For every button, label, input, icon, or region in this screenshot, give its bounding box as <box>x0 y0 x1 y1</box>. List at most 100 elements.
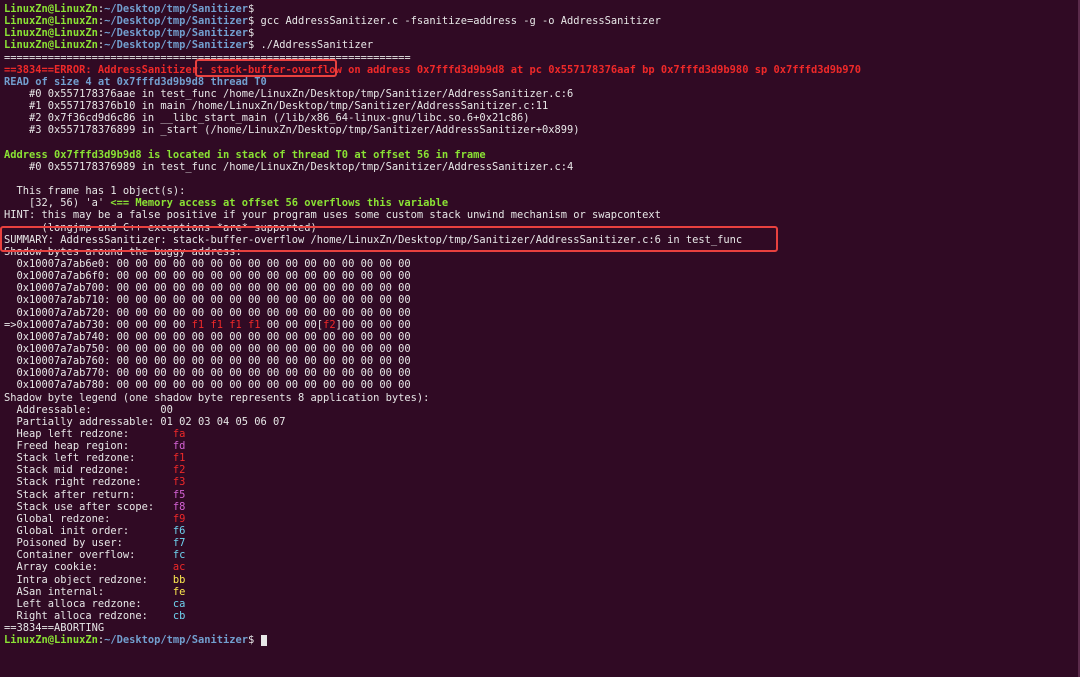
prompt-user: LinuxZn@LinuxZn <box>4 3 98 15</box>
legend-item: Stack mid redzone: f2 <box>4 464 1080 476</box>
shadow-row: 0x10007a7ab720: 00 00 00 00 00 00 00 00 … <box>4 306 411 319</box>
legend-item: Partially addressable: 01 02 03 04 05 06… <box>4 416 1080 428</box>
summary-line: SUMMARY: AddressSanitizer: stack-buffer-… <box>4 233 743 246</box>
prompt-line-final: LinuxZn@LinuxZn:~/Desktop/tmp/Sanitizer$ <box>4 634 1080 646</box>
legend-label: Intra object redzone: <box>4 573 173 586</box>
buggy-row-mid: 00 00 00[ <box>260 318 324 331</box>
prompt-user: LinuxZn@LinuxZn <box>4 39 98 52</box>
separator-line: ========================================… <box>4 51 411 64</box>
shadow-row: 0x10007a7ab760: 00 00 00 00 00 00 00 00 … <box>4 355 411 368</box>
legend-label: Stack use after scope: <box>4 500 173 513</box>
terminal-window[interactable]: LinuxZn@LinuxZn:~/Desktop/tmp/Sanitizer$… <box>0 0 1080 677</box>
legend-list: Addressable: 00 Partially addressable: 0… <box>4 404 1080 623</box>
legend-label: Array cookie: <box>4 561 173 574</box>
legend-label: Addressable: <box>4 403 161 416</box>
frame-line: #0 0x557178376989 in test_func /home/Lin… <box>4 160 574 173</box>
command-gcc: gcc AddressSanitizer.c -fsanitize=addres… <box>254 15 661 28</box>
shadow-row: 0x10007a7ab6e0: 00 00 00 00 00 00 00 00 … <box>4 257 411 270</box>
aborting-line: ==3834==ABORTING <box>4 622 105 635</box>
legend-item: Array cookie: ac <box>4 561 1080 573</box>
shadow-row-buggy: =>0x10007a7ab730: 00 00 00 00 f1 f1 f1 f… <box>4 319 1080 331</box>
error-prefix: ==3834==ERROR: AddressSanitizer: <box>4 63 211 76</box>
error-line: ==3834==ERROR: AddressSanitizer: stack-b… <box>4 64 1080 76</box>
stack-frame: #0 0x557178376aae in test_func /home/Lin… <box>4 87 574 100</box>
prompt-path: ~/Desktop/tmp/Sanitizer <box>104 39 248 52</box>
legend-label: ASan internal: <box>4 585 173 598</box>
prompt-line-run: LinuxZn@LinuxZn:~/Desktop/tmp/Sanitizer$… <box>4 39 1080 51</box>
legend-label: Right alloca redzone: <box>4 610 173 623</box>
legend-code: ac <box>172 561 186 574</box>
legend-code: 01 02 03 04 05 06 07 <box>160 415 286 428</box>
legend-item: Heap left redzone: fa <box>4 428 1080 440</box>
legend-item: Stack left redzone: f1 <box>4 452 1080 464</box>
shadow-row: 0x10007a7ab700: 00 00 00 00 00 00 00 00 … <box>4 282 411 295</box>
shadow-row: 0x10007a7ab750: 00 00 00 00 00 00 00 00 … <box>4 342 411 355</box>
legend-item: Global redzone: f9 <box>4 513 1080 525</box>
prompt-path: ~/Desktop/tmp/Sanitizer <box>104 27 248 40</box>
error-kind: stack-buffer-overflow <box>210 63 342 76</box>
legend-item: Stack use after scope: f8 <box>4 501 1080 513</box>
legend-code: f3 <box>172 476 186 489</box>
legend-code: f8 <box>172 500 186 513</box>
prompt-dollar: $ <box>248 27 255 40</box>
legend-label: Global init order: <box>4 525 173 538</box>
legend-code: cb <box>172 610 186 623</box>
legend-label: Stack left redzone: <box>4 452 173 465</box>
legend-label: Heap left redzone: <box>4 427 173 440</box>
prompt-path: ~/Desktop/tmp/Sanitizer <box>104 3 248 15</box>
shadow-row: 0x10007a7ab780: 00 00 00 00 00 00 00 00 … <box>4 379 411 392</box>
shadow-row: 0x10007a7ab770: 00 00 00 00 00 00 00 00 … <box>4 367 411 380</box>
legend-item: Left alloca redzone: ca <box>4 598 1080 610</box>
shadow-row: 0x10007a7ab6f0: 00 00 00 00 00 00 00 00 … <box>4 270 411 283</box>
prompt-user: LinuxZn@LinuxZn <box>4 27 98 40</box>
prompt-user: LinuxZn@LinuxZn <box>4 634 98 647</box>
stack-frame: #2 0x7f36cd9d6c86 in __libc_start_main (… <box>4 112 530 125</box>
legend-code: f2 <box>172 464 186 477</box>
legend-label: Poisoned by user: <box>4 537 173 550</box>
legend-item: Addressable: 00 <box>4 404 1080 416</box>
buggy-row-f1: f1 f1 f1 f1 <box>191 318 261 331</box>
prompt-dollar: $ <box>248 634 255 647</box>
stack-frame: #3 0x557178376899 in _start (/home/Linux… <box>4 124 580 137</box>
error-suffix: on address 0x7fffd3d9b9d8 at pc 0x557178… <box>341 63 862 76</box>
shadow-header: Shadow bytes around the buggy address: <box>4 245 242 258</box>
buggy-row-f2: f2 <box>323 318 336 331</box>
prompt-path: ~/Desktop/tmp/Sanitizer <box>104 15 248 28</box>
legend-item: Intra object redzone: bb <box>4 574 1080 586</box>
legend-label: Stack right redzone: <box>4 476 173 489</box>
legend-code: f6 <box>172 525 186 538</box>
legend-item: Global init order: f6 <box>4 525 1080 537</box>
object-note: <== Memory access at offset 56 overflows… <box>104 197 449 210</box>
command-run: ./AddressSanitizer <box>254 39 374 52</box>
hint-line-2: (longjmp and C++ exceptions *are* suppor… <box>4 221 317 234</box>
legend-label: Stack after return: <box>4 488 173 501</box>
address-line: Address 0x7fffd3d9b9d8 is located in sta… <box>4 148 486 161</box>
shadow-row: 0x10007a7ab740: 00 00 00 00 00 00 00 00 … <box>4 330 411 343</box>
legend-code: 00 <box>160 403 173 416</box>
legend-code: ca <box>172 597 186 610</box>
legend-item: Stack after return: f5 <box>4 489 1080 501</box>
prompt-line: LinuxZn@LinuxZn:~/Desktop/tmp/Sanitizer$ <box>4 3 1080 15</box>
legend-label: Global redzone: <box>4 512 173 525</box>
legend-item: Container overflow: fc <box>4 549 1080 561</box>
buggy-row-suffix: ]00 00 00 00 <box>335 318 411 331</box>
prompt-line-gcc: LinuxZn@LinuxZn:~/Desktop/tmp/Sanitizer$… <box>4 15 1080 27</box>
legend-code: bb <box>172 573 186 586</box>
stack-frame: #1 0x557178376b10 in main /home/LinuxZn/… <box>4 100 549 113</box>
object-range: [32, 56) 'a' <box>4 197 105 210</box>
legend-item: Stack right redzone: f3 <box>4 476 1080 488</box>
prompt-path: ~/Desktop/tmp/Sanitizer <box>104 634 248 647</box>
legend-label: Left alloca redzone: <box>4 597 173 610</box>
frame-objects-line: This frame has 1 object(s): <box>4 185 186 198</box>
legend-item: ASan internal: fe <box>4 586 1080 598</box>
text-cursor <box>260 634 267 646</box>
read-line: READ of size 4 at 0x7fffd3d9b9d8 thread … <box>4 75 267 88</box>
prompt-line: LinuxZn@LinuxZn:~/Desktop/tmp/Sanitizer$ <box>4 27 1080 39</box>
legend-code: fa <box>172 427 186 440</box>
legend-code: f5 <box>172 488 186 501</box>
legend-item: Poisoned by user: f7 <box>4 537 1080 549</box>
legend-code: fc <box>172 549 186 562</box>
shadow-row: 0x10007a7ab710: 00 00 00 00 00 00 00 00 … <box>4 294 411 307</box>
